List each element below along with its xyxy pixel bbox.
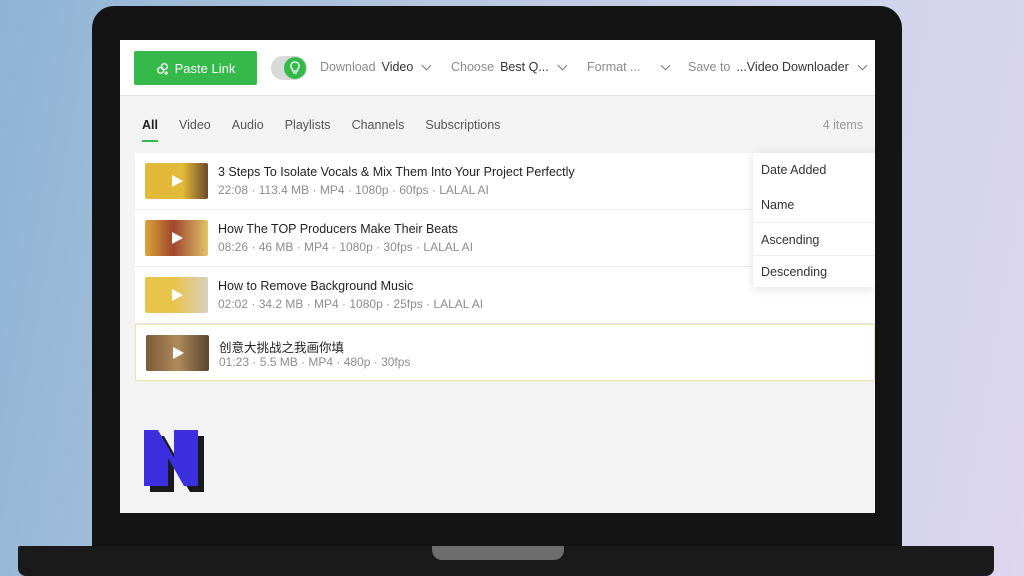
choose-value: Best Q... [500, 60, 549, 74]
tab-playlists[interactable]: Playlists [285, 118, 331, 144]
choose-label: Choose [451, 60, 495, 74]
lightbulb-icon [284, 57, 306, 79]
list-item[interactable]: 创意大挑战之我画你填 01:23 · 5.5 MB · MP4 · 480p ·… [135, 324, 875, 381]
app-window: Paste Link Download Video Choose Best Q.… [120, 40, 875, 513]
video-thumbnail[interactable] [145, 163, 208, 199]
sort-date-added[interactable]: Date Added [761, 163, 826, 177]
tab-video[interactable]: Video [179, 118, 211, 144]
chevron-down-icon [661, 60, 671, 70]
smart-mode-toggle[interactable] [271, 56, 307, 80]
save-location-dropdown[interactable]: Save to ...Video Downloader [688, 60, 868, 74]
menu-divider [753, 222, 875, 223]
save-label: Save to [688, 60, 731, 74]
item-title: How to Remove Background Music [218, 279, 414, 293]
tab-subscriptions[interactable]: Subscriptions [425, 118, 500, 144]
brand-logo [144, 430, 204, 492]
item-meta: 22:08 · 113.4 MB · MP4 · 1080p · 60fps ·… [218, 183, 489, 197]
video-thumbnail[interactable] [145, 277, 208, 313]
video-thumbnail[interactable] [145, 220, 208, 256]
sort-descending[interactable]: Descending [761, 265, 827, 279]
download-type-dropdown[interactable]: Download Video [320, 60, 432, 74]
link-plus-icon [156, 62, 168, 75]
sort-dropdown-menu: Date Added Name Ascending Descending [753, 153, 875, 287]
menu-divider [753, 255, 875, 256]
chevron-down-icon [421, 60, 432, 70]
item-meta: 01:23 · 5.5 MB · MP4 · 480p · 30fps [219, 355, 411, 369]
format-label: Format ... [587, 60, 641, 74]
paste-link-button[interactable]: Paste Link [134, 51, 257, 85]
tab-channels[interactable]: Channels [352, 118, 405, 144]
play-icon [172, 289, 183, 301]
toolbar: Paste Link Download Video Choose Best Q.… [120, 40, 875, 96]
play-icon [172, 175, 183, 187]
item-title: How The TOP Producers Make Their Beats [218, 222, 458, 236]
item-title: 3 Steps To Isolate Vocals & Mix Them Int… [218, 165, 575, 179]
sort-ascending[interactable]: Ascending [761, 233, 819, 247]
play-icon [172, 232, 183, 244]
chevron-down-icon [557, 60, 568, 70]
filter-tabs: All Video Audio Playlists Channels Subsc… [142, 118, 521, 144]
format-dropdown[interactable]: Format ... [587, 60, 671, 74]
video-thumbnail[interactable] [146, 335, 209, 371]
item-title: 创意大挑战之我画你填 [219, 341, 345, 355]
item-meta: 02:02 · 34.2 MB · MP4 · 1080p · 25fps · … [218, 297, 484, 311]
tab-audio[interactable]: Audio [232, 118, 264, 144]
paste-link-label: Paste Link [174, 60, 236, 76]
sort-name[interactable]: Name [761, 198, 794, 212]
save-value: ...Video Downloader [736, 60, 849, 74]
download-value: Video [381, 60, 414, 74]
laptop-notch [432, 546, 564, 560]
chevron-down-icon [857, 60, 868, 70]
items-count: 4 items [822, 118, 863, 132]
tab-all[interactable]: All [142, 118, 158, 144]
item-meta: 08:26 · 46 MB · MP4 · 1080p · 30fps · LA… [218, 240, 474, 254]
play-icon [173, 347, 184, 359]
download-label: Download [320, 60, 376, 74]
quality-dropdown[interactable]: Choose Best Q... [451, 60, 568, 74]
